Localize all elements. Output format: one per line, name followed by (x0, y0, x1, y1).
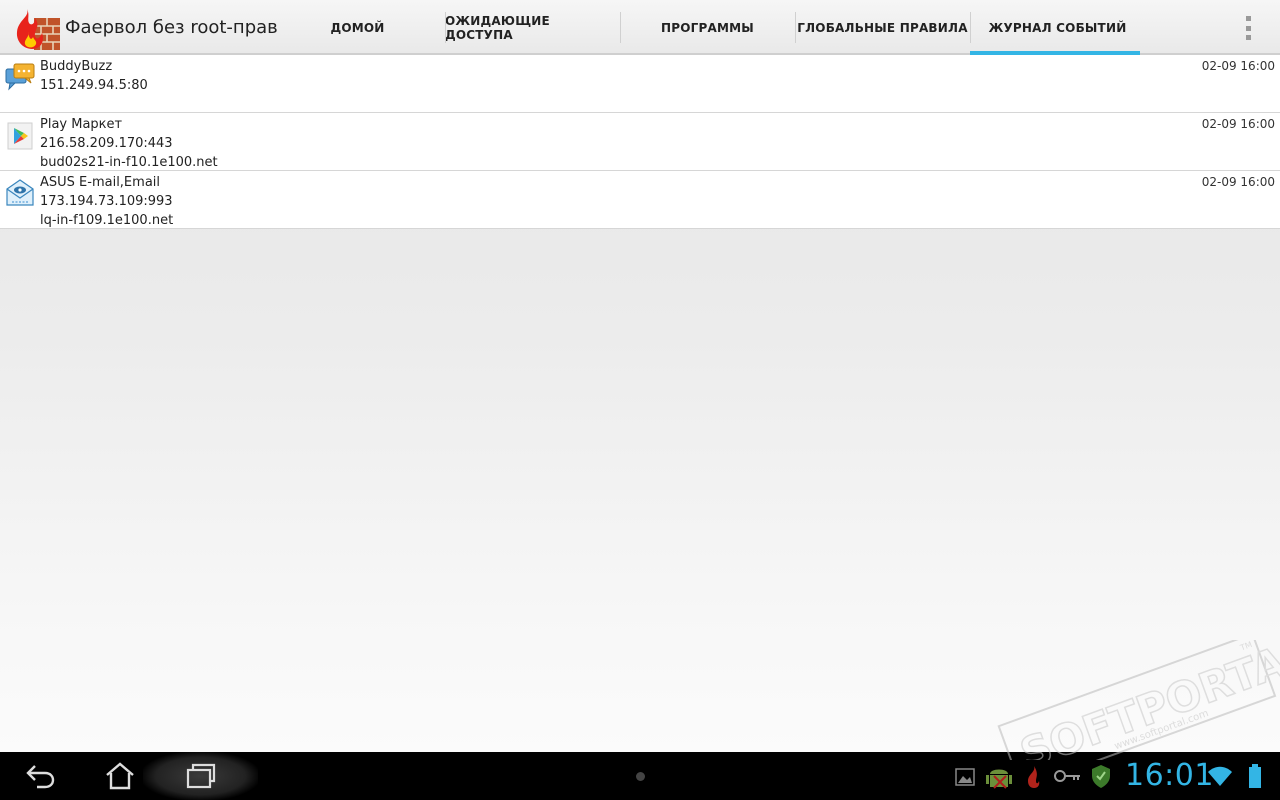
battery-icon[interactable] (1246, 762, 1264, 790)
log-app-name: Play Маркет (40, 117, 123, 132)
log-address: 151.249.94.5:80 (40, 78, 148, 93)
nav-indicator-dot (636, 772, 645, 781)
log-time: 02-09 16:00 (1201, 117, 1275, 131)
log-app-name: ASUS E-mail,Email (40, 175, 161, 190)
tab-home[interactable]: ДОМОЙ (270, 0, 445, 55)
overflow-dot (1245, 25, 1251, 31)
tab-programs[interactable]: ПРОГРАММЫ (620, 0, 795, 55)
home-icon (106, 762, 134, 790)
log-entry-text: ASUS E-mail,Email 173.194.73.109:993 lq-… (40, 173, 173, 230)
recent-apps-button[interactable] (143, 752, 258, 800)
chat-bubbles-icon (5, 63, 35, 91)
log-time: 02-09 16:00 (1201, 175, 1275, 189)
log-address: 216.58.209.170:443 (40, 136, 173, 151)
overflow-menu-icon[interactable] (1236, 12, 1260, 44)
log-address: 173.194.73.109:993 (40, 194, 173, 209)
log-entry-asus-email[interactable]: ASUS E-mail,Email 173.194.73.109:993 lq-… (0, 171, 1280, 229)
firewall-flame-icon[interactable] (14, 8, 60, 50)
recent-apps-icon (186, 763, 215, 789)
email-envelope-icon (6, 179, 34, 206)
system-bar: 16:01 (0, 752, 1280, 800)
log-app-name: BuddyBuzz (40, 59, 113, 74)
shield-icon[interactable] (1090, 762, 1112, 790)
tab-label: ДОМОЙ (330, 20, 385, 35)
flame-icon[interactable] (1025, 762, 1043, 790)
tab-global-rules[interactable]: ГЛОБАЛЬНЫЕ ПРАВИЛА (795, 0, 970, 55)
log-entry-text: Play Маркет 216.58.209.170:443 bud02s21-… (40, 115, 218, 172)
status-clock[interactable]: 16:01 (1125, 758, 1214, 793)
log-host: lq-in-f109.1e100.net (40, 213, 174, 228)
log-entry-buddybuzz[interactable]: BuddyBuzz 151.249.94.5:80 02-09 16:00 (0, 55, 1280, 113)
event-log-list[interactable]: BuddyBuzz 151.249.94.5:80 02-09 16:00 Pl… (0, 55, 1280, 752)
tab-label: ОЖИДАЮЩИЕ ДОСТУПА (445, 13, 550, 42)
overflow-dot (1245, 35, 1251, 40)
gallery-icon[interactable] (955, 762, 975, 790)
tab-pending-access[interactable]: ОЖИДАЮЩИЕ ДОСТУПА (445, 0, 620, 55)
log-entry-play-market[interactable]: Play Маркет 216.58.209.170:443 bud02s21-… (0, 113, 1280, 171)
action-bar: Фаервол без root-прав ДОМОЙ ОЖИДАЮЩИЕ ДО… (0, 0, 1280, 56)
key-icon[interactable] (1052, 762, 1082, 790)
wifi-icon[interactable] (1206, 762, 1234, 790)
app-title: Фаервол без root-прав (65, 17, 278, 38)
back-icon (26, 765, 55, 789)
tab-event-log[interactable]: ЖУРНАЛ СОБЫТИЙ (970, 0, 1145, 56)
tab-label: ЖУРНАЛ СОБЫТИЙ (988, 20, 1127, 35)
tab-label: ПРОГРАММЫ (661, 20, 754, 35)
play-store-icon (7, 122, 33, 150)
log-entry-text: BuddyBuzz 151.249.94.5:80 (40, 57, 148, 95)
log-host: bud02s21-in-f10.1e100.net (40, 155, 218, 170)
overflow-dot (1245, 16, 1251, 21)
tab-label: ГЛОБАЛЬНЫЕ ПРАВИЛА (797, 20, 968, 35)
log-time: 02-09 16:00 (1201, 59, 1275, 73)
back-button[interactable] (0, 752, 80, 800)
tab-bar: ДОМОЙ ОЖИДАЮЩИЕ ДОСТУПА ПРОГРАММЫ ГЛОБАЛ… (270, 0, 1145, 56)
android-debug-icon[interactable] (985, 762, 1013, 790)
